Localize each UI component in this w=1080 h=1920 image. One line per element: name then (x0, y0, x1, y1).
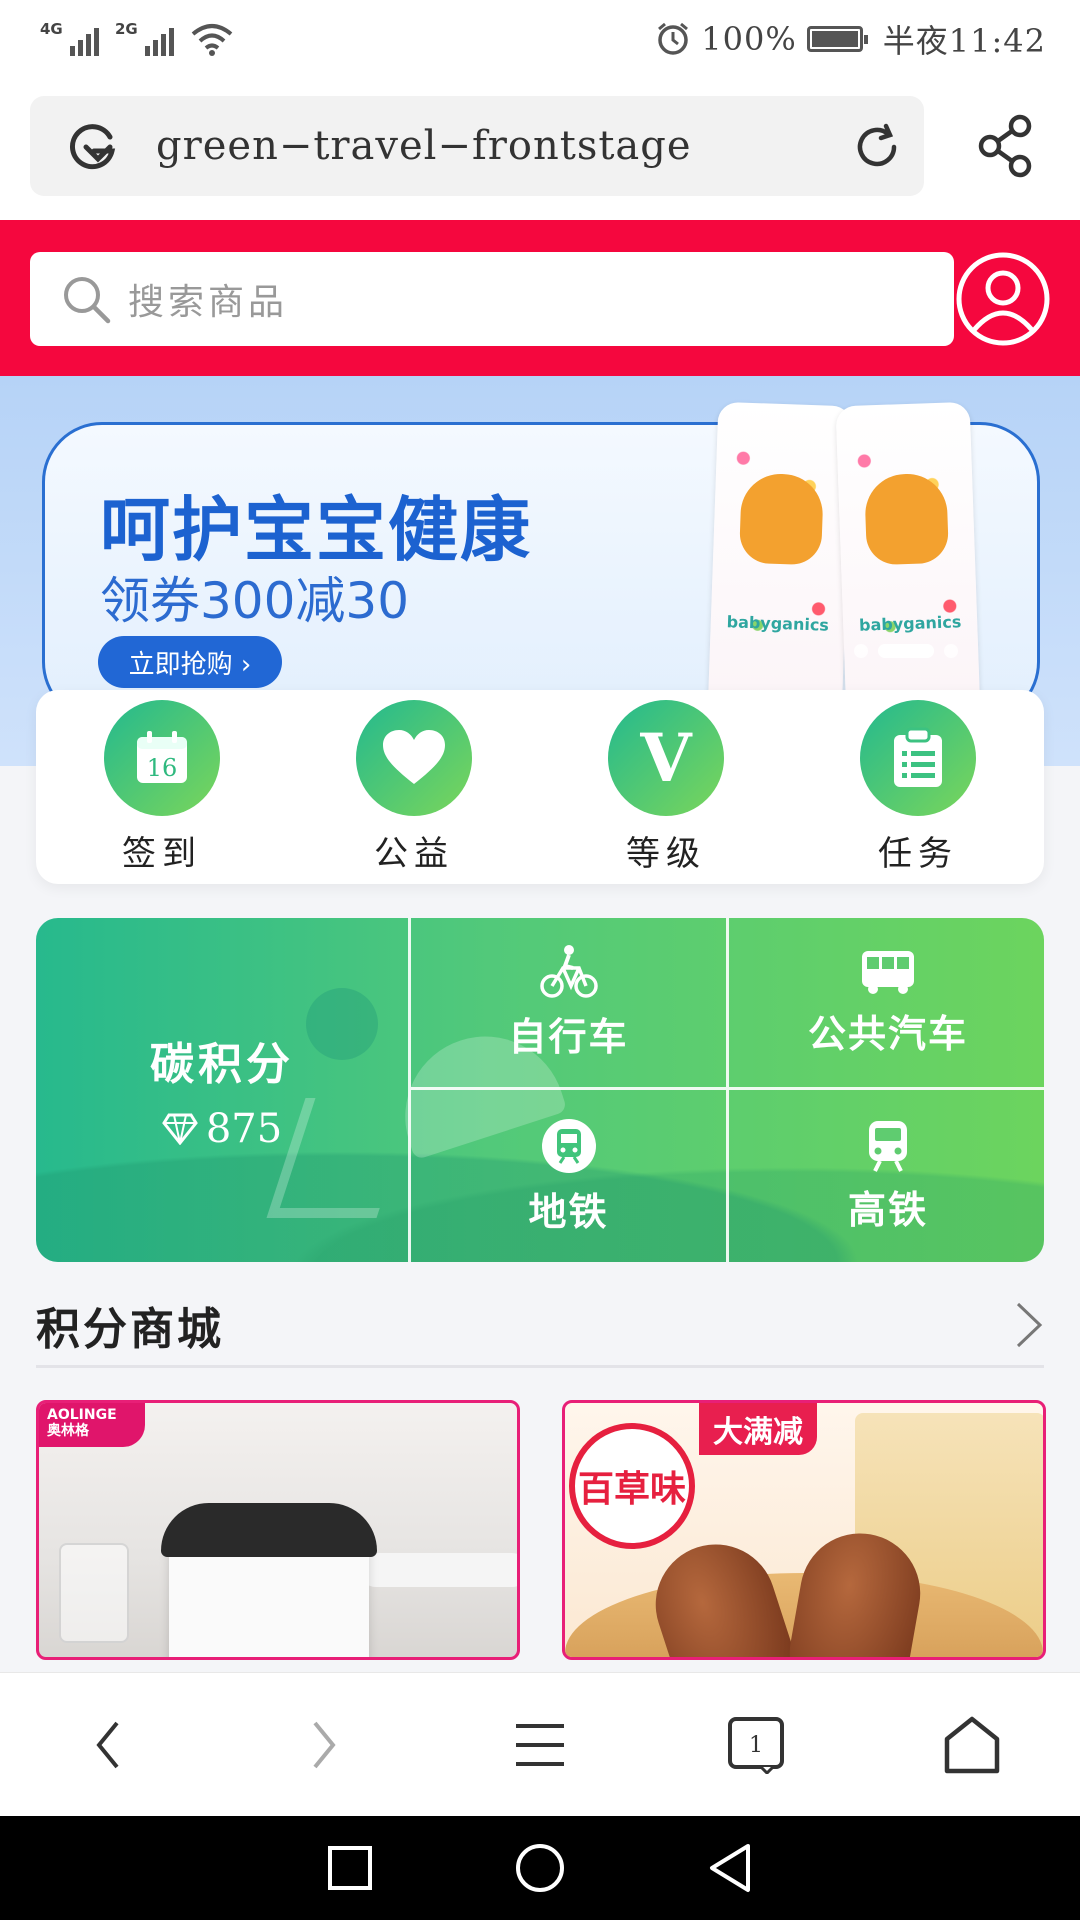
home-icon (944, 1716, 1000, 1773)
transport-label-train: 高铁 (847, 1187, 928, 1232)
battery-percent: 100% (701, 20, 797, 58)
recent-apps-icon[interactable] (326, 1844, 374, 1892)
pot-handle-image (359, 1553, 517, 1587)
transport-label-metro: 地铁 (528, 1189, 609, 1234)
carbon-summary[interactable]: 碳积分 875 (36, 918, 408, 1262)
transport-high-speed-rail[interactable]: 高铁 (729, 1090, 1044, 1262)
clock-time: 半夜11:42 (882, 22, 1046, 60)
tabs-count-icon: 1 (728, 1716, 784, 1774)
menu-button[interactable] (500, 1705, 580, 1785)
points-mall-title: 积分商城 (36, 1303, 224, 1355)
wifi-icon (191, 24, 233, 56)
product-brand-en: AOLINGE (47, 1407, 117, 1423)
system-nav-bar (0, 1816, 1080, 1920)
transport-bicycle[interactable]: 自行车 (411, 918, 729, 1090)
banner-title: 呵护宝宝健康 (100, 489, 532, 571)
level-v-icon: V (608, 700, 724, 816)
menu-label-task: 任务 (878, 834, 958, 874)
level-letter: V (640, 719, 692, 797)
brand-logo: 百草味 (569, 1423, 695, 1549)
menu-label-checkin: 签到 (122, 834, 202, 874)
product-brand-cn: 奥林格 (47, 1423, 89, 1439)
hamburger-menu-icon (516, 1723, 564, 1766)
tabs-button[interactable]: 1 (716, 1705, 796, 1785)
menu-item-charity[interactable]: 公益 (288, 690, 540, 884)
banner-buy-button[interactable]: 立即抢购 › (98, 636, 282, 688)
signal-2g-icon: 2G (115, 20, 174, 56)
discount-badge: 大满减 (699, 1403, 817, 1455)
train-icon (869, 1120, 907, 1172)
menu-item-task[interactable]: 任务 (792, 690, 1044, 884)
system-home-icon[interactable] (514, 1842, 566, 1894)
share-icon[interactable] (976, 114, 1036, 178)
menu-label-level: 等级 (626, 834, 706, 874)
bicycle-icon (539, 945, 598, 998)
back-button[interactable] (68, 1705, 148, 1785)
chevron-left-icon (96, 1721, 119, 1768)
menu-item-level[interactable]: V 等级 (540, 690, 792, 884)
product-search-input[interactable]: 搜索商品 (30, 252, 954, 346)
svg-text:1: 1 (749, 1733, 763, 1758)
banner-subtitle: 领券300减30 (100, 572, 410, 630)
app-page: 4G 2G 100% 半夜11:42 green−travel−frontsta… (0, 0, 1080, 1920)
search-icon (64, 277, 111, 324)
network-4g-label: 4G (40, 20, 63, 38)
transport-label-bus: 公共汽车 (807, 1012, 968, 1056)
metro-icon (541, 1118, 596, 1173)
carousel-indicator (854, 644, 958, 658)
glass-image (59, 1543, 129, 1643)
battery-icon (806, 26, 868, 52)
network-2g-label: 2G (115, 20, 138, 38)
carbon-points-card: 碳积分 875 自行车 公共汽车 地铁 高铁 (36, 918, 1044, 1262)
app-header: 搜索商品 (0, 220, 1080, 376)
home-button[interactable] (932, 1705, 1012, 1785)
calendar-icon: 16 (104, 700, 220, 816)
alarm-icon (658, 22, 689, 55)
search-placeholder: 搜索商品 (128, 282, 289, 323)
pot-lid-image (161, 1503, 377, 1557)
transport-bus[interactable]: 公共汽车 (729, 918, 1044, 1090)
url-text: green−travel−frontstage (156, 123, 692, 169)
carbon-points-value: 875 (205, 1106, 283, 1152)
clipboard-icon (860, 700, 976, 816)
quick-menu: 16 签到 公益 V 等级 任务 (36, 690, 1044, 884)
product-brand-label: AOLINGE 奥林格 (39, 1403, 145, 1447)
product-card-pecans[interactable]: 百草味 大满减 (562, 1400, 1046, 1660)
browser-bottom-nav: 1 (0, 1672, 1080, 1816)
menu-item-checkin[interactable]: 16 签到 (36, 690, 288, 884)
browser-toolbar: green−travel−frontstage (0, 78, 1080, 220)
status-bar: 4G 2G 100% 半夜11:42 (0, 0, 1080, 78)
diamond-icon (161, 1113, 198, 1145)
carbon-title: 碳积分 (150, 1039, 294, 1090)
signal-4g-icon: 4G (40, 20, 99, 56)
system-back-icon[interactable] (706, 1842, 754, 1894)
transport-label-bicycle: 自行车 (508, 1015, 629, 1059)
heart-icon (356, 700, 472, 816)
address-bar[interactable]: green−travel−frontstage (30, 96, 924, 196)
reload-icon[interactable] (850, 120, 904, 174)
chevron-right-icon[interactable] (1014, 1300, 1044, 1350)
points-mall-header[interactable]: 积分商城 (36, 1284, 1044, 1368)
bus-icon (862, 951, 914, 994)
transport-grid: 自行车 公共汽车 地铁 高铁 (408, 918, 1044, 1262)
product-card-kettle[interactable]: AOLINGE 奥林格 (36, 1400, 520, 1660)
forward-button[interactable] (284, 1705, 364, 1785)
calendar-date: 16 (147, 754, 178, 782)
transport-metro[interactable]: 地铁 (411, 1090, 729, 1262)
menu-label-charity: 公益 (374, 834, 454, 874)
browser-logo-icon (70, 124, 116, 170)
chevron-right-icon (313, 1721, 336, 1768)
user-profile-icon[interactable] (954, 250, 1052, 348)
